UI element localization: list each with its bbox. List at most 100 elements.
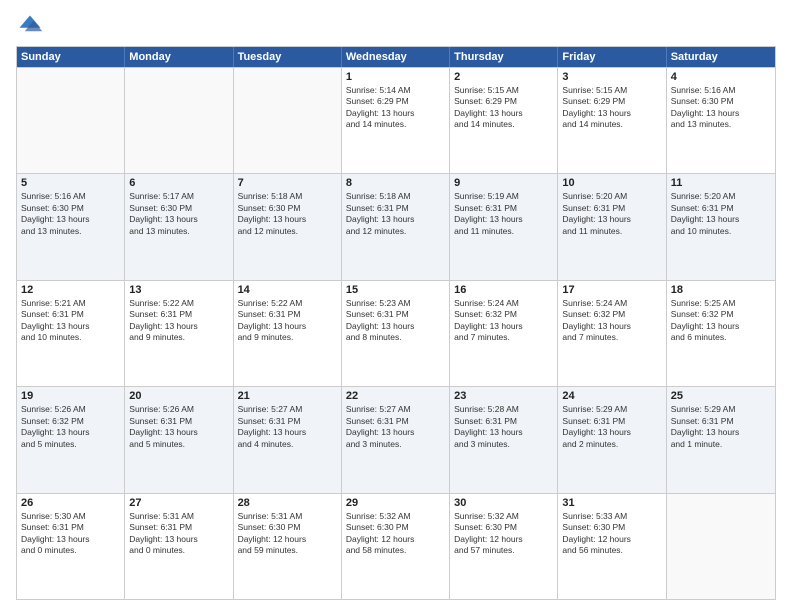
day-cell-18: 18 Sunrise: 5:25 AM Sunset: 6:32 PM Dayli…	[667, 281, 775, 386]
day-number: 19	[21, 390, 120, 402]
day-cell-30: 30Sunrise: 5:32 AM Sunset: 6:30 PM Dayli…	[450, 494, 558, 599]
logo-icon	[16, 12, 44, 40]
day-info: Sunrise: 5:16 AM Sunset: 6:30 PM Dayligh…	[671, 85, 771, 131]
day-number: 1	[346, 71, 445, 83]
day-number: 8	[346, 177, 445, 189]
day-info: Sunrise: 5:27 AM Sunset: 6:31 PM Dayligh…	[238, 404, 337, 450]
day-cell-31: 31 Sunrise: 5:33 AM Sunset: 6:30 PM Dayli…	[558, 494, 666, 599]
day-cell-20: 20 Sunrise: 5:26 AM Sunset: 6:31 PM Dayli…	[125, 387, 233, 492]
day-cell-2: 2 Sunrise: 5:15 AM Sunset: 6:29 PM Daylig…	[450, 68, 558, 173]
day-cell-14: 14Sunrise: 5:22 AM Sunset: 6:31 PM Dayli…	[234, 281, 342, 386]
day-cell-27: 27 Sunrise: 5:31 AM Sunset: 6:31 PM Dayli…	[125, 494, 233, 599]
header-day-saturday: Saturday	[667, 47, 775, 67]
day-cell-12: 12 Sunrise: 5:21 AM Sunset: 6:31 PM Dayli…	[17, 281, 125, 386]
day-info: Sunrise: 5:21 AM Sunset: 6:31 PM Dayligh…	[21, 298, 120, 344]
calendar-week-3: 12 Sunrise: 5:21 AM Sunset: 6:31 PM Dayli…	[17, 280, 775, 386]
day-info: Sunrise: 5:16 AM Sunset: 6:30 PM Dayligh…	[21, 191, 120, 237]
day-number: 14	[238, 284, 337, 296]
day-number: 5	[21, 177, 120, 189]
header-day-sunday: Sunday	[17, 47, 125, 67]
header	[16, 12, 776, 40]
day-info: Sunrise: 5:26 AM Sunset: 6:31 PM Dayligh…	[129, 404, 228, 450]
day-number: 17	[562, 284, 661, 296]
empty-cell	[667, 494, 775, 599]
day-cell-1: 1 Sunrise: 5:14 AM Sunset: 6:29 PM Daylig…	[342, 68, 450, 173]
logo	[16, 12, 48, 40]
day-number: 23	[454, 390, 553, 402]
day-cell-7: 7 Sunrise: 5:18 AM Sunset: 6:30 PM Daylig…	[234, 174, 342, 279]
calendar-week-4: 19 Sunrise: 5:26 AM Sunset: 6:32 PM Dayli…	[17, 386, 775, 492]
day-info: Sunrise: 5:29 AM Sunset: 6:31 PM Dayligh…	[562, 404, 661, 450]
day-info: Sunrise: 5:30 AM Sunset: 6:31 PM Dayligh…	[21, 511, 120, 557]
header-day-monday: Monday	[125, 47, 233, 67]
day-cell-10: 10 Sunrise: 5:20 AM Sunset: 6:31 PM Dayli…	[558, 174, 666, 279]
day-cell-19: 19 Sunrise: 5:26 AM Sunset: 6:32 PM Dayli…	[17, 387, 125, 492]
header-day-tuesday: Tuesday	[234, 47, 342, 67]
day-number: 12	[21, 284, 120, 296]
day-info: Sunrise: 5:20 AM Sunset: 6:31 PM Dayligh…	[562, 191, 661, 237]
day-number: 24	[562, 390, 661, 402]
day-info: Sunrise: 5:33 AM Sunset: 6:30 PM Dayligh…	[562, 511, 661, 557]
day-number: 10	[562, 177, 661, 189]
day-info: Sunrise: 5:19 AM Sunset: 6:31 PM Dayligh…	[454, 191, 553, 237]
day-cell-6: 6 Sunrise: 5:17 AM Sunset: 6:30 PM Daylig…	[125, 174, 233, 279]
day-info: Sunrise: 5:18 AM Sunset: 6:31 PM Dayligh…	[346, 191, 445, 237]
day-number: 16	[454, 284, 553, 296]
day-number: 13	[129, 284, 228, 296]
calendar-week-5: 26 Sunrise: 5:30 AM Sunset: 6:31 PM Dayli…	[17, 493, 775, 599]
day-number: 21	[238, 390, 337, 402]
header-day-wednesday: Wednesday	[342, 47, 450, 67]
day-info: Sunrise: 5:25 AM Sunset: 6:32 PM Dayligh…	[671, 298, 771, 344]
calendar-body: 1 Sunrise: 5:14 AM Sunset: 6:29 PM Daylig…	[17, 67, 775, 599]
day-number: 20	[129, 390, 228, 402]
day-cell-28: 28Sunrise: 5:31 AM Sunset: 6:30 PM Dayli…	[234, 494, 342, 599]
day-number: 15	[346, 284, 445, 296]
day-info: Sunrise: 5:17 AM Sunset: 6:30 PM Dayligh…	[129, 191, 228, 237]
day-cell-26: 26 Sunrise: 5:30 AM Sunset: 6:31 PM Dayli…	[17, 494, 125, 599]
day-number: 18	[671, 284, 771, 296]
day-info: Sunrise: 5:23 AM Sunset: 6:31 PM Dayligh…	[346, 298, 445, 344]
day-info: Sunrise: 5:27 AM Sunset: 6:31 PM Dayligh…	[346, 404, 445, 450]
day-number: 27	[129, 497, 228, 509]
day-info: Sunrise: 5:32 AM Sunset: 6:30 PM Dayligh…	[454, 511, 553, 557]
day-number: 31	[562, 497, 661, 509]
day-info: Sunrise: 5:28 AM Sunset: 6:31 PM Dayligh…	[454, 404, 553, 450]
day-cell-13: 13 Sunrise: 5:22 AM Sunset: 6:31 PM Dayli…	[125, 281, 233, 386]
day-cell-22: 22 Sunrise: 5:27 AM Sunset: 6:31 PM Dayli…	[342, 387, 450, 492]
day-cell-8: 8 Sunrise: 5:18 AM Sunset: 6:31 PM Daylig…	[342, 174, 450, 279]
day-cell-9: 9 Sunrise: 5:19 AM Sunset: 6:31 PM Daylig…	[450, 174, 558, 279]
day-number: 29	[346, 497, 445, 509]
day-info: Sunrise: 5:14 AM Sunset: 6:29 PM Dayligh…	[346, 85, 445, 131]
day-cell-5: 5 Sunrise: 5:16 AM Sunset: 6:30 PM Daylig…	[17, 174, 125, 279]
empty-cell	[234, 68, 342, 173]
day-info: Sunrise: 5:24 AM Sunset: 6:32 PM Dayligh…	[454, 298, 553, 344]
day-info: Sunrise: 5:29 AM Sunset: 6:31 PM Dayligh…	[671, 404, 771, 450]
empty-cell	[125, 68, 233, 173]
day-number: 9	[454, 177, 553, 189]
day-cell-25: 25Sunrise: 5:29 AM Sunset: 6:31 PM Dayli…	[667, 387, 775, 492]
calendar-header-row: SundayMondayTuesdayWednesdayThursdayFrid…	[17, 47, 775, 67]
header-day-thursday: Thursday	[450, 47, 558, 67]
day-info: Sunrise: 5:31 AM Sunset: 6:30 PM Dayligh…	[238, 511, 337, 557]
day-info: Sunrise: 5:15 AM Sunset: 6:29 PM Dayligh…	[454, 85, 553, 131]
day-cell-3: 3Sunrise: 5:15 AM Sunset: 6:29 PM Daylig…	[558, 68, 666, 173]
day-info: Sunrise: 5:22 AM Sunset: 6:31 PM Dayligh…	[129, 298, 228, 344]
day-info: Sunrise: 5:26 AM Sunset: 6:32 PM Dayligh…	[21, 404, 120, 450]
day-cell-17: 17 Sunrise: 5:24 AM Sunset: 6:32 PM Dayli…	[558, 281, 666, 386]
day-cell-23: 23 Sunrise: 5:28 AM Sunset: 6:31 PM Dayli…	[450, 387, 558, 492]
day-number: 7	[238, 177, 337, 189]
day-cell-4: 4Sunrise: 5:16 AM Sunset: 6:30 PM Daylig…	[667, 68, 775, 173]
day-cell-16: 16 Sunrise: 5:24 AM Sunset: 6:32 PM Dayli…	[450, 281, 558, 386]
header-day-friday: Friday	[558, 47, 666, 67]
calendar-week-1: 1 Sunrise: 5:14 AM Sunset: 6:29 PM Daylig…	[17, 67, 775, 173]
day-info: Sunrise: 5:31 AM Sunset: 6:31 PM Dayligh…	[129, 511, 228, 557]
day-number: 26	[21, 497, 120, 509]
page: SundayMondayTuesdayWednesdayThursdayFrid…	[0, 0, 792, 612]
day-cell-11: 11Sunrise: 5:20 AM Sunset: 6:31 PM Dayli…	[667, 174, 775, 279]
day-cell-24: 24 Sunrise: 5:29 AM Sunset: 6:31 PM Dayli…	[558, 387, 666, 492]
day-number: 22	[346, 390, 445, 402]
day-info: Sunrise: 5:24 AM Sunset: 6:32 PM Dayligh…	[562, 298, 661, 344]
day-info: Sunrise: 5:18 AM Sunset: 6:30 PM Dayligh…	[238, 191, 337, 237]
day-number: 2	[454, 71, 553, 83]
day-number: 6	[129, 177, 228, 189]
